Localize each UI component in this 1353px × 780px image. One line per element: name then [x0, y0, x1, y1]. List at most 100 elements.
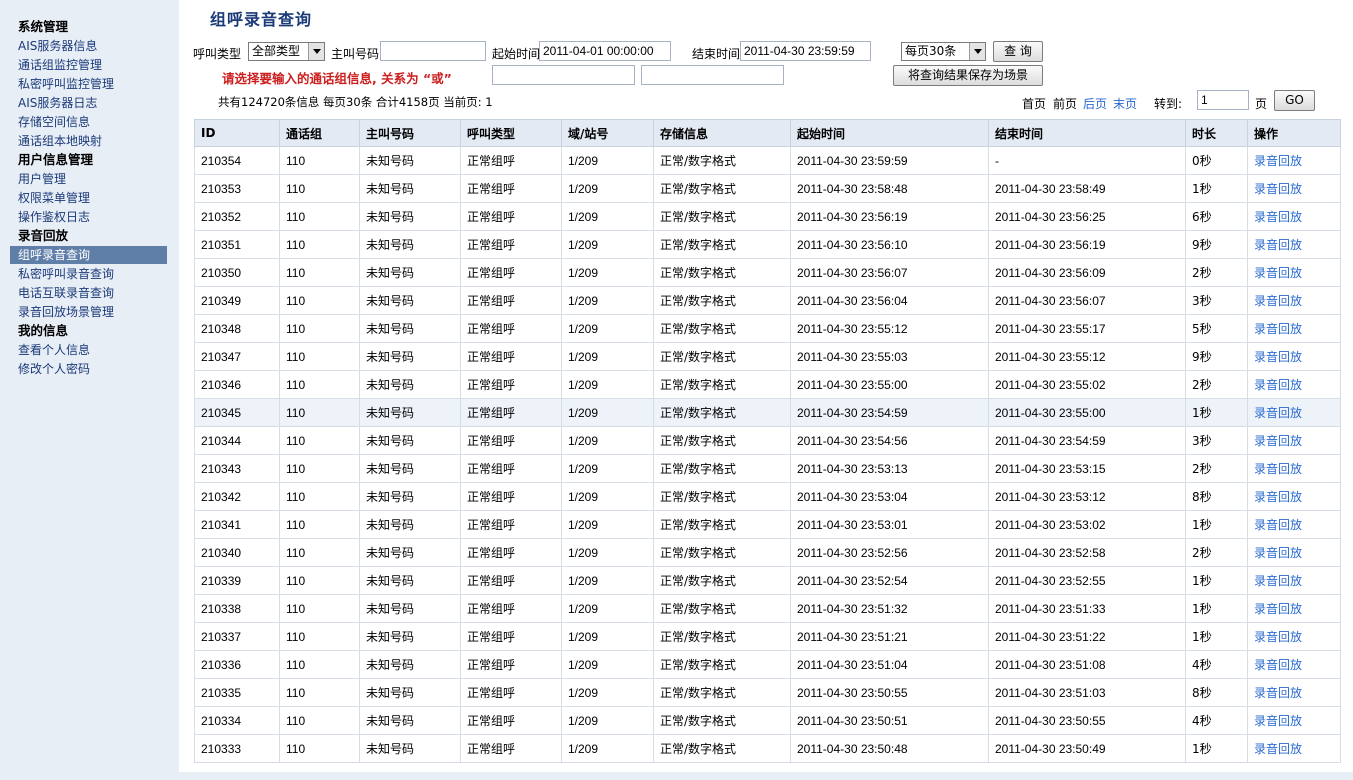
playback-link[interactable]: 录音回放: [1247, 734, 1341, 763]
pager-last[interactable]: 末页: [1113, 95, 1137, 112]
sidebar-item-permission-menu[interactable]: 权限菜单管理: [18, 189, 90, 207]
cell-call-type: 正常组呼: [460, 510, 562, 539]
playback-link[interactable]: 录音回放: [1247, 538, 1341, 567]
sidebar-item-ais-server-log[interactable]: AIS服务器日志: [18, 94, 97, 112]
playback-link[interactable]: 录音回放: [1247, 650, 1341, 679]
cell-domain-site: 1/209: [561, 482, 654, 511]
cell-storage: 正常/数字格式: [653, 146, 791, 175]
playback-link[interactable]: 录音回放: [1247, 314, 1341, 343]
cell-id: 210338: [194, 594, 280, 623]
cell-domain-site: 1/209: [561, 146, 654, 175]
group-warning-text: 请选择要输入的通话组信息, 关系为 “或”: [222, 71, 452, 86]
playback-link[interactable]: 录音回放: [1247, 566, 1341, 595]
sidebar-item-private-call-recording[interactable]: 私密呼叫录音查询: [18, 265, 114, 283]
start-time-input[interactable]: 2011-04-01 00:00:00: [539, 41, 671, 61]
cell-storage: 正常/数字格式: [653, 258, 791, 287]
col-header-talkgroup[interactable]: 通话组: [279, 119, 360, 147]
start-time-label: 起始时间: [492, 47, 541, 61]
cell-duration: 2秒: [1185, 454, 1248, 483]
caller-input[interactable]: [380, 41, 486, 61]
playback-link[interactable]: 录音回放: [1247, 398, 1341, 427]
sidebar-item-auth-log[interactable]: 操作鉴权日志: [18, 208, 90, 226]
col-header-storage[interactable]: 存储信息: [653, 119, 791, 147]
recording-table: ID 通话组 主叫号码 呼叫类型 域/站号 存储信息 起始时间 结束时间 时长 …: [194, 119, 1341, 763]
cell-talkgroup: 110: [279, 706, 360, 735]
group-input-2[interactable]: [641, 65, 784, 85]
sidebar-item-talkgroup-mapping[interactable]: 通话组本地映射: [18, 132, 102, 150]
sidebar-item-user-management[interactable]: 用户管理: [18, 170, 66, 188]
playback-link[interactable]: 录音回放: [1247, 706, 1341, 735]
sidebar-item-private-call-monitor[interactable]: 私密呼叫监控管理: [18, 75, 114, 93]
sidebar-item-change-password[interactable]: 修改个人密码: [18, 360, 90, 378]
playback-link[interactable]: 录音回放: [1247, 342, 1341, 371]
playback-link[interactable]: 录音回放: [1247, 202, 1341, 231]
playback-link[interactable]: 录音回放: [1247, 510, 1341, 539]
pager-prev[interactable]: 前页: [1053, 95, 1077, 112]
sidebar-item-group-call-recording[interactable]: 组呼录音查询: [10, 246, 167, 264]
cell-talkgroup: 110: [279, 734, 360, 763]
goto-page-input[interactable]: 1: [1197, 90, 1249, 110]
save-scene-button[interactable]: 将查询结果保存为场景: [893, 65, 1043, 86]
cell-end-time: 2011-04-30 23:56:09: [988, 258, 1186, 287]
playback-link[interactable]: 录音回放: [1247, 622, 1341, 651]
col-header-end-time[interactable]: 结束时间: [988, 119, 1186, 147]
cell-caller: 未知号码: [359, 734, 461, 763]
cell-start-time: 2011-04-30 23:55:12: [790, 314, 989, 343]
go-button[interactable]: GO: [1274, 90, 1315, 111]
playback-link[interactable]: 录音回放: [1247, 678, 1341, 707]
col-header-id[interactable]: ID: [194, 119, 280, 147]
playback-link[interactable]: 录音回放: [1247, 594, 1341, 623]
cell-start-time: 2011-04-30 23:50:48: [790, 734, 989, 763]
pager-next[interactable]: 后页: [1083, 95, 1107, 112]
sidebar-item-phone-interconnect-recording[interactable]: 电话互联录音查询: [18, 284, 114, 302]
col-header-call-type[interactable]: 呼叫类型: [460, 119, 562, 147]
call-type-select[interactable]: 全部类型: [248, 42, 325, 61]
cell-duration: 8秒: [1185, 678, 1248, 707]
playback-link[interactable]: 录音回放: [1247, 146, 1341, 175]
cell-call-type: 正常组呼: [460, 650, 562, 679]
cell-call-type: 正常组呼: [460, 678, 562, 707]
col-header-duration[interactable]: 时长: [1185, 119, 1248, 147]
playback-link[interactable]: 录音回放: [1247, 230, 1341, 259]
cell-caller: 未知号码: [359, 230, 461, 259]
playback-link[interactable]: 录音回放: [1247, 286, 1341, 315]
page-size-select[interactable]: 每页30条: [901, 42, 986, 61]
col-header-domain-site[interactable]: 域/站号: [561, 119, 654, 147]
cell-duration: 1秒: [1185, 566, 1248, 595]
playback-link[interactable]: 录音回放: [1247, 258, 1341, 287]
sidebar-item-playback-scene-management[interactable]: 录音回放场景管理: [18, 303, 114, 321]
playback-link[interactable]: 录音回放: [1247, 426, 1341, 455]
page-title: 组呼录音查询: [210, 10, 313, 29]
cell-domain-site: 1/209: [561, 454, 654, 483]
sidebar-item-talkgroup-monitor[interactable]: 通话组监控管理: [18, 56, 102, 74]
end-time-input[interactable]: 2011-04-30 23:59:59: [740, 41, 871, 61]
sidebar-group-playback: 录音回放: [18, 228, 69, 243]
cell-domain-site: 1/209: [561, 230, 654, 259]
cell-talkgroup: 110: [279, 482, 360, 511]
playback-link[interactable]: 录音回放: [1247, 174, 1341, 203]
playback-link[interactable]: 录音回放: [1247, 482, 1341, 511]
cell-start-time: 2011-04-30 23:56:10: [790, 230, 989, 259]
sidebar-item-ais-server-info[interactable]: AIS服务器信息: [18, 37, 97, 55]
col-header-caller[interactable]: 主叫号码: [359, 119, 461, 147]
cell-storage: 正常/数字格式: [653, 622, 791, 651]
cell-end-time: 2011-04-30 23:55:17: [988, 314, 1186, 343]
cell-duration: 3秒: [1185, 286, 1248, 315]
cell-domain-site: 1/209: [561, 174, 654, 203]
cell-domain-site: 1/209: [561, 370, 654, 399]
cell-end-time: 2011-04-30 23:53:12: [988, 482, 1186, 511]
cell-domain-site: 1/209: [561, 426, 654, 455]
playback-link[interactable]: 录音回放: [1247, 370, 1341, 399]
pager-first[interactable]: 首页: [1022, 95, 1046, 112]
cell-call-type: 正常组呼: [460, 202, 562, 231]
sidebar-item-storage-info[interactable]: 存储空间信息: [18, 113, 90, 131]
col-header-start-time[interactable]: 起始时间: [790, 119, 989, 147]
cell-end-time: 2011-04-30 23:54:59: [988, 426, 1186, 455]
cell-caller: 未知号码: [359, 146, 461, 175]
group-input-1[interactable]: [492, 65, 635, 85]
cell-storage: 正常/数字格式: [653, 342, 791, 371]
playback-link[interactable]: 录音回放: [1247, 454, 1341, 483]
sidebar-item-view-profile[interactable]: 查看个人信息: [18, 341, 90, 359]
cell-start-time: 2011-04-30 23:54:59: [790, 398, 989, 427]
query-button[interactable]: 查 询: [993, 41, 1043, 62]
